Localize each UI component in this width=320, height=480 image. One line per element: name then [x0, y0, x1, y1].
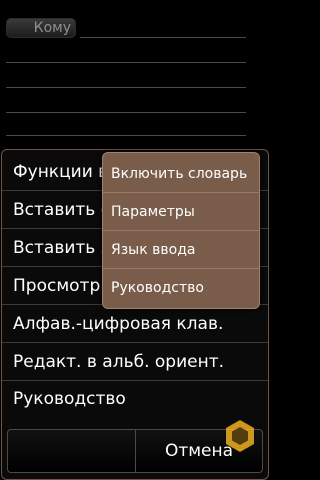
to-input-underline[interactable]: [80, 37, 246, 38]
form-divider: [6, 87, 246, 88]
submenu-item-guide[interactable]: Руководство: [103, 269, 259, 307]
site-watermark-logo-icon: [226, 420, 254, 452]
to-field-label: Кому: [33, 20, 71, 36]
to-field-button[interactable]: Кому: [6, 18, 76, 38]
screen: Кому Функции ввода Вставить смайлик Вста…: [0, 0, 270, 480]
form-divider: [6, 135, 246, 136]
form-divider: [6, 112, 246, 113]
submenu-item-settings[interactable]: Параметры: [103, 193, 259, 231]
submenu-item-enable-dictionary[interactable]: Включить словарь: [103, 155, 259, 193]
left-softkey[interactable]: [8, 430, 136, 472]
form-divider: [6, 62, 246, 63]
submenu-item-input-language[interactable]: Язык ввода: [103, 231, 259, 269]
menu-item-alphanumeric-keypad[interactable]: Алфав.-цифровая клав.: [2, 305, 268, 343]
menu-item-landscape-edit[interactable]: Редакт. в альб. ориент.: [2, 343, 268, 381]
input-functions-submenu: Включить словарь Параметры Язык ввода Ру…: [102, 152, 260, 309]
menu-item-guide[interactable]: Руководство: [2, 380, 268, 418]
